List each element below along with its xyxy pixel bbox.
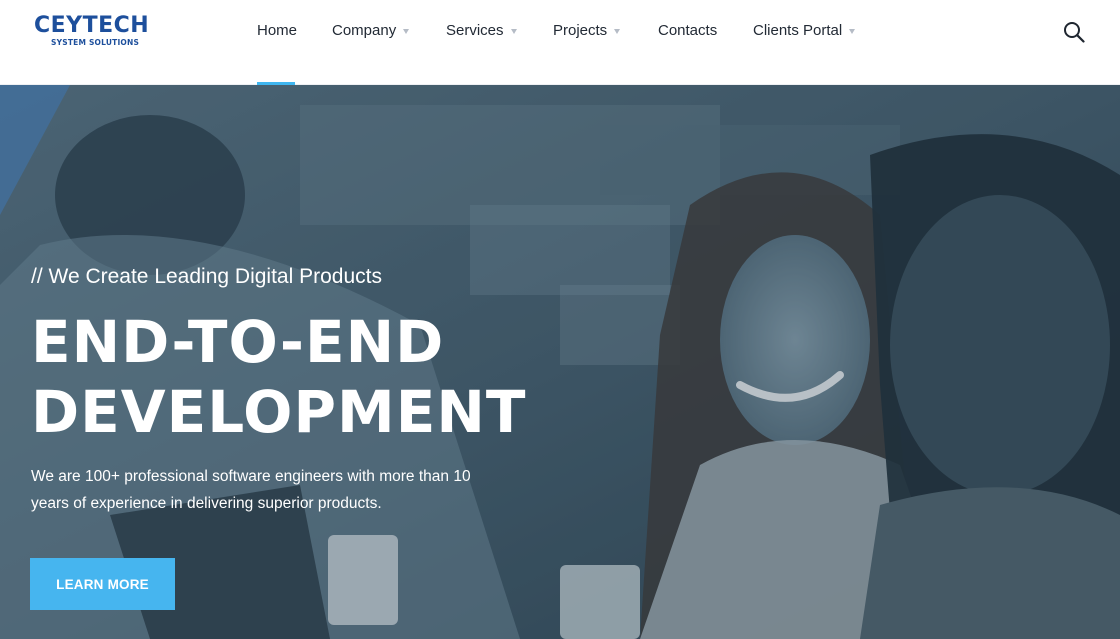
nav-item-label: Company — [332, 22, 397, 39]
site-header: CEYTECH SYSTEM SOLUTIONS Home Company Se… — [0, 0, 1120, 85]
caret-down-icon — [510, 28, 517, 34]
nav-item-label: Projects — [553, 22, 608, 39]
search-icon[interactable] — [1063, 21, 1085, 43]
nav-item-label: Clients Portal — [753, 22, 843, 39]
hero-title-line-1: END-TO-END — [31, 308, 445, 376]
nav-active-indicator — [257, 82, 295, 85]
learn-more-button[interactable]: LEARN MORE — [30, 558, 175, 610]
caret-down-icon — [614, 28, 621, 34]
hero-title-line-2: DEVELOPMENT — [31, 378, 527, 446]
hero-kicker: // We Create Leading Digital Products — [31, 265, 382, 288]
hero-description: We are 100+ professional software engine… — [31, 468, 471, 512]
nav-item-services[interactable]: Services — [446, 21, 517, 41]
nav-item-home[interactable]: Home — [257, 21, 297, 41]
nav-item-projects[interactable]: Projects — [553, 21, 621, 41]
nav-item-label: Home — [257, 22, 298, 39]
nav-item-company[interactable]: Company — [332, 21, 410, 41]
hero-title: END-TO-END DEVELOPMENT — [31, 307, 526, 447]
brand-logo[interactable]: CEYTECH SYSTEM SOLUTIONS — [34, 14, 164, 48]
brand-tagline: SYSTEM SOLUTIONS — [51, 38, 140, 47]
nav-item-clients-portal[interactable]: Clients Portal — [753, 21, 856, 41]
nav-item-label: Contacts — [658, 22, 718, 39]
nav-item-contacts[interactable]: Contacts — [658, 21, 717, 41]
hero-section: // We Create Leading Digital Products EN… — [0, 85, 1120, 639]
caret-down-icon — [849, 28, 856, 34]
brand-name: CEYTECH — [34, 13, 150, 38]
caret-down-icon — [403, 28, 410, 34]
nav-item-label: Services — [446, 22, 504, 39]
